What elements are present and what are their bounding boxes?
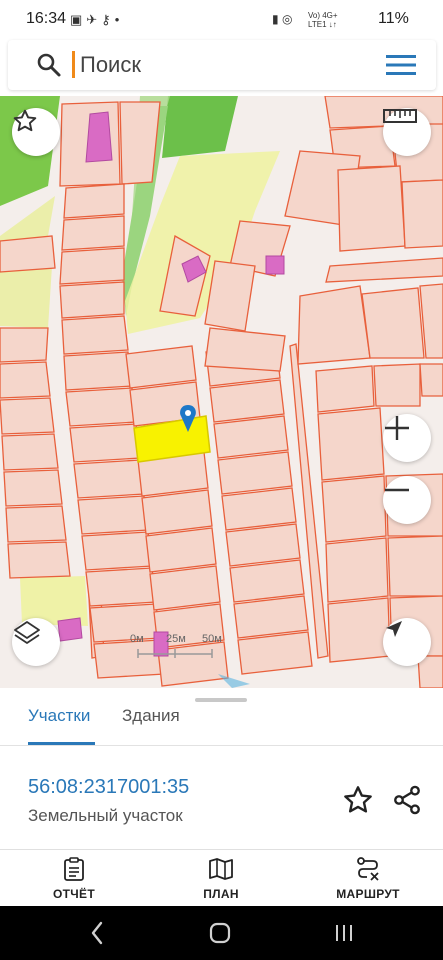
network-top-label: Vo) 4G+ [308, 11, 338, 20]
minus-icon [385, 488, 409, 492]
text-cursor [72, 51, 75, 78]
map-icon [209, 858, 233, 880]
star-icon[interactable] [342, 784, 374, 816]
home-icon[interactable] [209, 922, 231, 944]
status-time: 16:34 [26, 10, 67, 27]
star-icon [13, 109, 37, 132]
my-location-button[interactable] [383, 618, 431, 666]
nav-report[interactable]: ОТЧЁТ [14, 856, 134, 904]
tab-divider [0, 745, 443, 746]
tab-parcels[interactable]: Участки [28, 706, 90, 726]
zone-area [0, 266, 52, 328]
search-icon[interactable] [36, 52, 62, 78]
nav-route[interactable]: МАРШРУТ [308, 856, 428, 904]
navigation-arrow-icon [386, 621, 402, 637]
ruler-icon [383, 109, 417, 123]
zoom-out-button[interactable] [383, 476, 431, 524]
zoom-in-button[interactable] [383, 414, 431, 462]
plus-icon [385, 416, 409, 440]
search-bar: Поиск [0, 40, 443, 96]
nav-plan[interactable]: ПЛАН [161, 856, 281, 904]
notification-icons: ▣✈⚷• [70, 12, 124, 27]
layers-icon [14, 621, 40, 644]
parcel-type: Земельный участок [28, 806, 183, 825]
cadastral-map[interactable]: 0м 25м 50м [0, 96, 443, 688]
search-input[interactable]: Поиск [80, 52, 141, 78]
battery-level: 11% [378, 10, 409, 27]
status-bar: 16:34 ▣✈⚷• ▮ ◎ Vo) 4G+ LTE1 ↓↑ 11% [0, 0, 443, 40]
sheet-drag-handle[interactable] [195, 698, 247, 702]
nav-plan-label: ПЛАН [203, 887, 239, 901]
scale-bar: 0м 25м 50м [130, 633, 250, 663]
bottom-navigation: ОТЧЁТ ПЛАН МАРШРУТ [0, 850, 443, 906]
network-indicator: Vo) 4G+ LTE1 ↓↑ [308, 11, 338, 29]
share-icon[interactable] [391, 784, 423, 816]
nav-report-label: ОТЧЁТ [53, 887, 95, 901]
back-icon[interactable] [91, 921, 103, 945]
recents-icon[interactable] [336, 925, 352, 941]
search-card: Поиск [8, 40, 436, 90]
ruler-button[interactable] [383, 108, 431, 156]
system-navigation-bar [0, 906, 443, 960]
system-icons: ▮ ◎ [272, 12, 293, 26]
cadastral-number[interactable]: 56:08:2317001:35 [28, 776, 189, 799]
nav-route-label: МАРШРУТ [336, 887, 400, 901]
map-canvas[interactable] [0, 96, 443, 688]
favorites-button[interactable] [12, 108, 60, 156]
network-bottom-label: LTE1 ↓↑ [308, 20, 337, 29]
report-icon [64, 857, 84, 881]
route-icon [357, 857, 379, 881]
layers-button[interactable] [12, 618, 60, 666]
tab-buildings[interactable]: Здания [122, 706, 180, 726]
menu-icon[interactable] [386, 53, 416, 77]
